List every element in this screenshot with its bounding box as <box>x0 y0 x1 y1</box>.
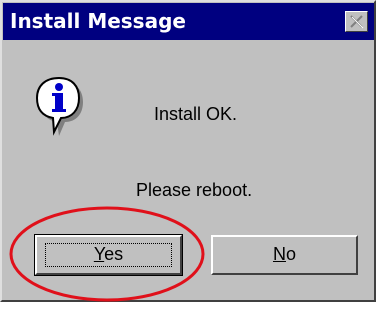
close-icon <box>350 15 364 29</box>
title-bar[interactable]: Install Message <box>3 3 374 40</box>
yes-accelerator: Y <box>93 244 105 264</box>
message-line-install-ok: Install OK. <box>154 104 238 124</box>
yes-label-rest: es <box>104 244 124 264</box>
no-button[interactable]: No <box>211 235 358 275</box>
no-accelerator: N <box>272 244 286 264</box>
window-title: Install Message <box>10 9 186 33</box>
close-button[interactable] <box>345 11 368 32</box>
no-label-rest: o <box>285 244 296 264</box>
yes-button-label: Yes <box>94 244 123 264</box>
no-button-label: No <box>273 244 296 264</box>
install-message-dialog: Install Message Install OK. Please reboo… <box>0 0 376 302</box>
yes-button[interactable]: Yes <box>34 234 183 276</box>
info-icon <box>35 76 83 136</box>
message-line-please-reboot: Please reboot. <box>136 180 253 200</box>
